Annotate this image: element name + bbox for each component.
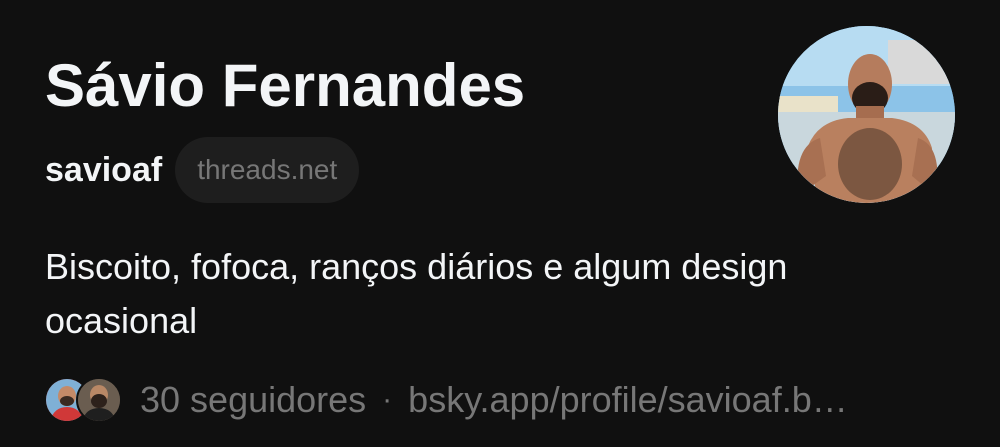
profile-external-link[interactable]: bsky.app/profile/savioaf.b… xyxy=(408,379,848,421)
follower-avatars[interactable] xyxy=(44,377,124,423)
followers-count-link[interactable]: 30 seguidores xyxy=(140,379,366,421)
separator-dot: · xyxy=(382,383,393,416)
threads-domain-chip[interactable]: threads.net xyxy=(175,137,360,203)
avatar[interactable] xyxy=(778,26,955,203)
profile-meta-row: 30 seguidores · bsky.app/profile/savioaf… xyxy=(44,374,964,426)
follower-avatar xyxy=(76,377,122,423)
display-name: Sávio Fernandes xyxy=(45,52,526,119)
bio-text: Biscoito, fofoca, ranços diários e algum… xyxy=(45,246,788,341)
profile-header: Sávio Fernandes savioaf threads.net Bisc… xyxy=(0,0,1000,447)
handle-row: savioaf threads.net xyxy=(45,136,360,204)
profile-photo-icon xyxy=(778,26,955,203)
username-handle: savioaf xyxy=(45,151,163,189)
follower-photo-icon xyxy=(78,379,120,421)
